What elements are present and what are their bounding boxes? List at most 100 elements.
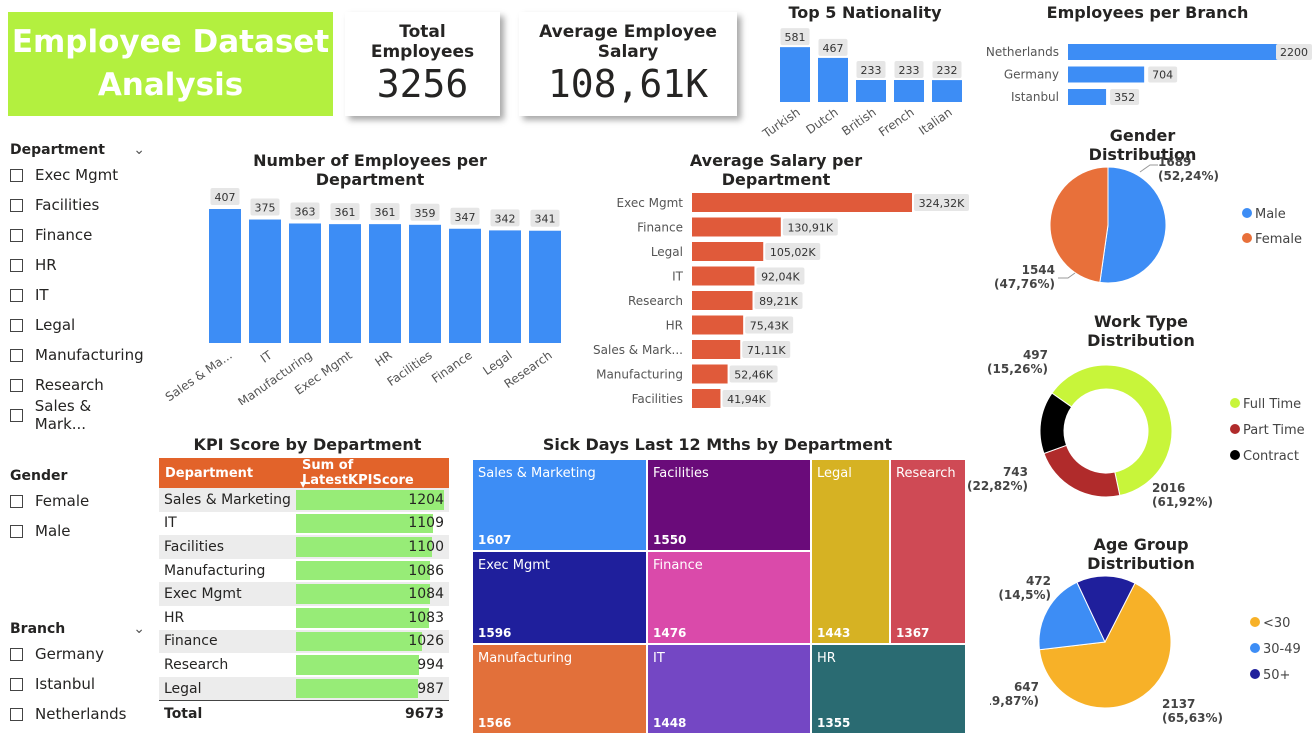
checkbox[interactable]	[10, 494, 23, 508]
emp-dept-bar-sales-ma[interactable]	[209, 209, 241, 343]
salary-bar-hr[interactable]	[692, 315, 744, 335]
treemap-cell-label: HR	[817, 651, 836, 666]
emp-dept-bar-research[interactable]	[529, 230, 561, 343]
checkbox[interactable]	[10, 348, 23, 362]
kpi-department-cell: Sales & Marketing	[159, 488, 296, 512]
gender-slice-male[interactable]	[1099, 166, 1167, 284]
branch-bar-istanbul[interactable]	[1068, 89, 1107, 105]
slicer-item-female[interactable]: Female	[10, 486, 145, 516]
emp-dept-category-label: Facilities	[385, 348, 435, 389]
table-row[interactable]: Legal 987	[159, 676, 449, 701]
gender-legend-marker	[1242, 233, 1252, 243]
worktype-slice-part-time[interactable]	[1043, 444, 1121, 498]
slicer-item-research[interactable]: Research	[10, 370, 145, 400]
salary-bar-manufacturing[interactable]	[692, 364, 728, 384]
slicer-item-male[interactable]: Male	[10, 516, 145, 546]
slicer-item-label: Istanbul	[35, 675, 96, 693]
treemap-cell-sales-marketing[interactable]: Sales & Marketing 1607	[472, 459, 647, 551]
treemap-cell-finance[interactable]: Finance 1476	[647, 551, 811, 644]
emp-dept-bar-facilities[interactable]	[409, 224, 441, 343]
kpi-score-value: 1026	[408, 633, 444, 650]
treemap-cell-exec-mgmt[interactable]: Exec Mgmt 1596	[472, 551, 647, 644]
emp-dept-value-label: 347	[455, 211, 476, 224]
treemap-cell-facilities[interactable]: Facilities 1550	[647, 459, 811, 551]
checkbox[interactable]	[10, 677, 23, 691]
slicer-item-legal[interactable]: Legal	[10, 310, 145, 340]
table-row[interactable]: Finance 1026	[159, 629, 449, 654]
checkbox[interactable]	[10, 288, 23, 302]
branch-bar-netherlands[interactable]	[1068, 44, 1306, 60]
checkbox[interactable]	[10, 258, 23, 272]
table-row[interactable]: IT 1109	[159, 512, 449, 536]
table-row[interactable]: Exec Mgmt 1084	[159, 582, 449, 606]
nationality-bar-turkish[interactable]	[780, 47, 810, 102]
salary-value-label: 130,91K	[787, 222, 833, 235]
checkbox[interactable]	[10, 408, 23, 422]
nationality-value-label: 467	[823, 42, 844, 55]
emp-dept-bar-finance[interactable]	[449, 228, 481, 343]
nationality-bar-british[interactable]	[856, 80, 886, 102]
emp-dept-value-label: 359	[415, 207, 436, 220]
treemap-cell-research[interactable]: Research 1367	[890, 459, 966, 644]
treemap-cell-hr[interactable]: HR 1355	[811, 644, 966, 734]
checkbox[interactable]	[10, 198, 23, 212]
slicer-item-facilities[interactable]: Facilities	[10, 190, 145, 220]
age-legend-label: 50+	[1263, 668, 1290, 683]
slicer-item-germany[interactable]: Germany	[10, 639, 145, 669]
slicer-item-exec-mgmt[interactable]: Exec Mgmt	[10, 160, 145, 190]
kpi-col-score[interactable]: Sum of LatestKPIScore ▼	[296, 458, 449, 489]
nationality-value-label: 233	[899, 64, 920, 77]
kpi-score-cell: 1086	[296, 559, 449, 583]
slicer-title: Department	[10, 142, 105, 158]
emp-dept-bar-manufacturing[interactable]	[289, 223, 321, 343]
table-row[interactable]: Sales & Marketing 1204	[159, 488, 449, 512]
title-line-1: Employee Dataset	[11, 24, 330, 60]
chevron-down-icon[interactable]: ⌄	[133, 621, 145, 637]
salary-bar-research[interactable]	[692, 291, 753, 310]
nationality-chart: 581 Turkish 467 Dutch 233 British 233 French 232…	[759, 28, 962, 140]
slicer-item-manufacturing[interactable]: Manufacturing	[10, 340, 145, 370]
department-slicer: Department ⌄ Exec Mgmt Facilities Finance H…	[10, 140, 145, 433]
table-row[interactable]: HR 1083	[159, 606, 449, 630]
treemap-cell-legal[interactable]: Legal 1443	[811, 459, 890, 644]
nationality-bar-italian[interactable]	[932, 80, 962, 102]
table-row[interactable]: Research 994	[159, 653, 449, 677]
emp-dept-bar-exec-mgmt[interactable]	[329, 224, 361, 343]
emp-dept-value-label: 363	[295, 205, 316, 218]
emp-dept-bar-hr[interactable]	[369, 224, 401, 343]
card-value: 3256	[376, 62, 469, 106]
checkbox[interactable]	[10, 228, 23, 242]
table-row[interactable]: Facilities 1100	[159, 535, 449, 559]
checkbox[interactable]	[10, 168, 23, 182]
emp-dept-bar-legal[interactable]	[489, 230, 521, 343]
treemap-cell-manufacturing[interactable]: Manufacturing 1566	[472, 644, 647, 734]
emp-dept-bar-it[interactable]	[249, 219, 281, 343]
salary-bar-sales-mark[interactable]	[692, 340, 741, 359]
checkbox[interactable]	[10, 318, 23, 332]
salary-bar-finance[interactable]	[692, 217, 781, 237]
treemap-cell-it[interactable]: IT 1448	[647, 644, 811, 734]
kpi-total-label: Total	[164, 706, 203, 723]
table-row[interactable]: Manufacturing 1086	[159, 559, 449, 583]
slicer-item-istanbul[interactable]: Istanbul	[10, 669, 145, 699]
salary-bar-it[interactable]	[692, 266, 755, 286]
gender-legend-label: Female	[1255, 232, 1302, 247]
checkbox[interactable]	[10, 647, 23, 661]
slicer-item-hr[interactable]: HR	[10, 250, 145, 280]
slicer-item-netherlands[interactable]: Netherlands	[10, 699, 145, 729]
checkbox[interactable]	[10, 707, 23, 721]
checkbox[interactable]	[10, 524, 23, 538]
salary-bar-legal[interactable]	[692, 242, 764, 261]
slicer-item-it[interactable]: IT	[10, 280, 145, 310]
slicer-item-sales-mark[interactable]: Sales & Mark...	[10, 397, 145, 433]
gender-slice-female[interactable]	[1049, 166, 1109, 283]
kpi-col-department[interactable]: Department	[159, 458, 296, 488]
chevron-down-icon[interactable]: ⌄	[133, 142, 145, 158]
nationality-bar-dutch[interactable]	[818, 57, 848, 102]
salary-bar-facilities[interactable]	[692, 389, 721, 408]
branch-bar-germany[interactable]	[1068, 66, 1145, 83]
slicer-item-finance[interactable]: Finance	[10, 220, 145, 250]
nationality-bar-french[interactable]	[894, 80, 924, 102]
salary-bar-exec-mgmt[interactable]	[692, 193, 912, 212]
checkbox[interactable]	[10, 378, 23, 392]
